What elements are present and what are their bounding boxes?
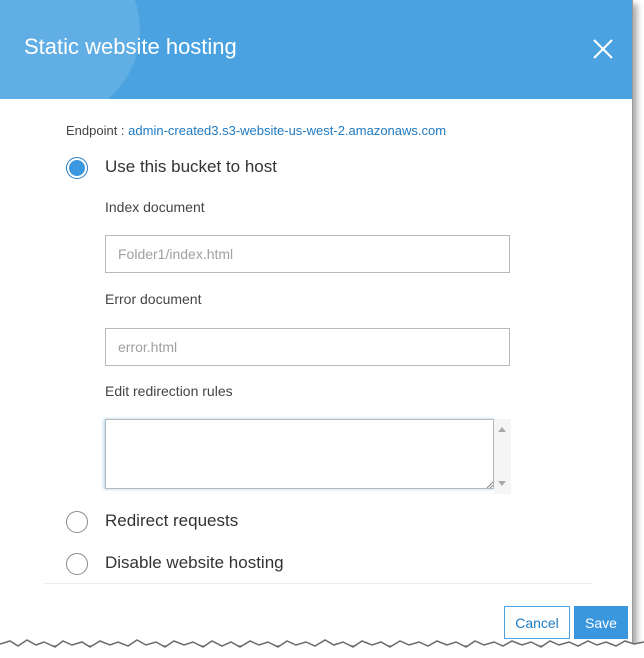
- radio-use-bucket-to-host[interactable]: [66, 157, 88, 179]
- scroll-down-icon[interactable]: [498, 481, 506, 486]
- resize-grip-icon[interactable]: [486, 481, 494, 489]
- radio-label-disable-website-hosting: Disable website hosting: [105, 553, 284, 572]
- radio-label-use-bucket-to-host: Use this bucket to host: [105, 157, 277, 176]
- static-website-hosting-dialog: Static website hosting Endpoint : admin-…: [0, 0, 633, 645]
- close-icon: [593, 39, 613, 59]
- textarea-scrollbar[interactable]: [494, 419, 511, 494]
- redirection-rules-label: Edit redirection rules: [105, 383, 233, 399]
- dialog-title: Static website hosting: [24, 34, 237, 59]
- radio-redirect-requests[interactable]: [66, 511, 88, 533]
- endpoint-link[interactable]: admin-created3.s3-website-us-west-2.amaz…: [128, 123, 446, 138]
- radio-label-redirect-requests: Redirect requests: [105, 511, 239, 530]
- torn-edge: [0, 639, 644, 658]
- close-button[interactable]: [588, 34, 618, 64]
- index-document-input[interactable]: [105, 235, 510, 273]
- dialog-header: Static website hosting: [0, 0, 632, 99]
- radio-disable-website-hosting[interactable]: [66, 553, 88, 575]
- error-document-input[interactable]: [105, 328, 510, 366]
- endpoint-row: Endpoint : admin-created3.s3-website-us-…: [66, 123, 446, 138]
- endpoint-label: Endpoint :: [66, 123, 125, 138]
- redirection-rules-textarea[interactable]: [105, 419, 494, 489]
- index-document-label: Index document: [105, 199, 205, 215]
- footer-divider: [44, 583, 592, 584]
- scroll-up-icon[interactable]: [498, 427, 506, 432]
- error-document-label: Error document: [105, 291, 202, 307]
